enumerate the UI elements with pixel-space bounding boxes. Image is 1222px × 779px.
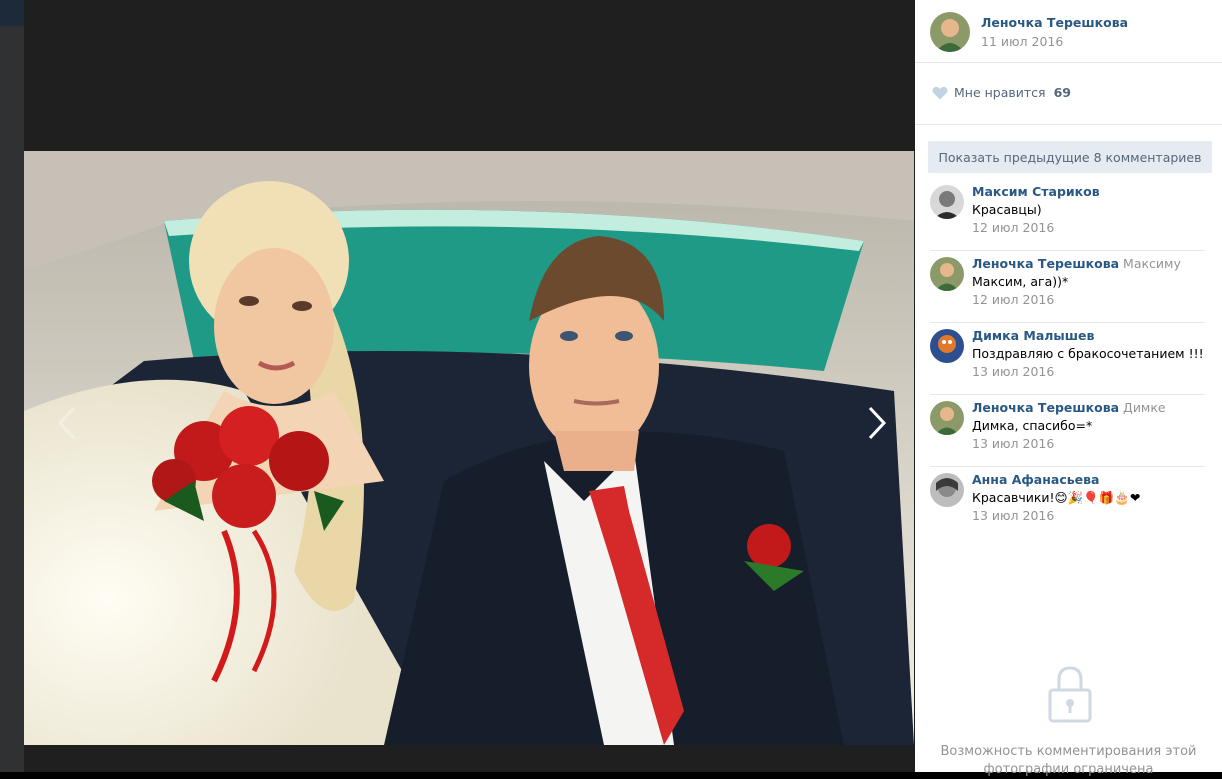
like-count: 69: [1053, 84, 1071, 100]
comment-reply-to[interactable]: Максиму: [1123, 256, 1181, 271]
lock-icon: [1047, 664, 1093, 724]
author-avatar[interactable]: [930, 12, 970, 52]
comment-date[interactable]: 13 июл 2016: [972, 364, 1054, 379]
show-previous-comments-button[interactable]: Показать предыдущие 8 комментариев: [928, 141, 1212, 173]
like-label: Мне нравится: [954, 84, 1046, 100]
comment-author[interactable]: Максим Стариков: [972, 184, 1100, 199]
comment-text: Поздравляю с бракосочетанием !!!: [972, 346, 1204, 361]
page-header-strip: [0, 0, 24, 26]
comment-item: Леночка Терешкова Максиму Максим, ага))*…: [930, 252, 1205, 323]
previous-photo-button[interactable]: [48, 400, 88, 446]
commenter-avatar[interactable]: [930, 473, 964, 507]
comment-date[interactable]: 13 июл 2016: [972, 508, 1054, 523]
author-block: Леночка Терешкова 11 июл 2016: [915, 0, 1222, 63]
photo-sidebar: Леночка Терешкова 11 июл 2016 Мне нравит…: [915, 0, 1222, 777]
comment-text: Красавчики!😊🎉🎈🎁🎂❤: [972, 490, 1141, 505]
commenter-avatar[interactable]: [930, 401, 964, 435]
comments-restricted-notice: Возможность комментирования этой фотогра…: [940, 744, 1197, 777]
comment-item: Анна Афанасьева Красавчики!😊🎉🎈🎁🎂❤ 13 июл…: [930, 468, 1205, 538]
author-date: 11 июл 2016: [981, 34, 1064, 49]
chevron-left-icon: [48, 400, 88, 446]
comment-text: Димка, спасибо=*: [972, 418, 1093, 433]
comment-text: Максим, ага))*: [972, 274, 1069, 289]
comment-item: Димка Малышев Поздравляю с бракосочетани…: [930, 324, 1205, 395]
comment-date[interactable]: 13 июл 2016: [972, 436, 1054, 451]
wedding-photo[interactable]: [24, 151, 914, 745]
next-photo-button[interactable]: [860, 400, 900, 446]
comment-author[interactable]: Анна Афанасьева: [972, 472, 1099, 487]
like-button[interactable]: Мне нравится 69: [932, 83, 1071, 101]
likes-block: Мне нравится 69: [915, 63, 1222, 125]
comment-text: Красавцы): [972, 202, 1042, 217]
comment-author[interactable]: Леночка Терешкова: [972, 400, 1119, 415]
commenter-avatar[interactable]: [930, 257, 964, 291]
comments-list: Максим Стариков Красавцы) 12 июл 2016 Ле…: [930, 180, 1205, 539]
comment-author[interactable]: Леночка Терешкова: [972, 256, 1119, 271]
background-overlay: [0, 0, 24, 772]
author-name[interactable]: Леночка Терешкова: [981, 15, 1128, 30]
heart-icon: [932, 85, 948, 100]
comment-item: Леночка Терешкова Димке Димка, спасибо=*…: [930, 396, 1205, 467]
commenter-avatar[interactable]: [930, 185, 964, 219]
chevron-right-icon: [860, 400, 900, 446]
photo-viewer: [24, 0, 915, 772]
comment-author[interactable]: Димка Малышев: [972, 328, 1094, 343]
comment-item: Максим Стариков Красавцы) 12 июл 2016: [930, 180, 1205, 251]
comment-date[interactable]: 12 июл 2016: [972, 220, 1054, 235]
commenter-avatar[interactable]: [930, 329, 964, 363]
comment-date[interactable]: 12 июл 2016: [972, 292, 1054, 307]
comment-reply-to[interactable]: Димке: [1123, 400, 1166, 415]
